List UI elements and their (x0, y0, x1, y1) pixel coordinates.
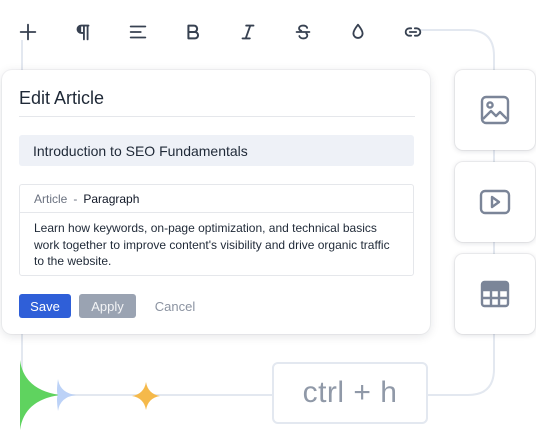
video-icon (479, 189, 511, 215)
divider (19, 116, 415, 117)
table-icon (480, 280, 510, 308)
cancel-button[interactable]: Cancel (149, 294, 201, 318)
italic-icon[interactable] (228, 14, 268, 50)
stage: Edit Article Article - Paragraph Learn h… (0, 0, 536, 439)
editor-body-text[interactable]: Learn how keywords, on-page optimization… (20, 213, 413, 277)
orange-spark-icon (132, 382, 160, 410)
block-breadcrumb: Article - Paragraph (20, 185, 413, 213)
keyboard-shortcut: ctrl + h (272, 362, 428, 424)
save-button[interactable]: Save (19, 294, 71, 318)
link-icon[interactable] (393, 14, 433, 50)
blue-spark-icon (57, 379, 76, 411)
drop-icon[interactable] (338, 14, 378, 50)
edit-article-card: Edit Article Article - Paragraph Learn h… (2, 70, 430, 334)
bold-icon[interactable] (173, 14, 213, 50)
formatting-toolbar (8, 14, 422, 50)
pilcrow-icon[interactable] (63, 14, 103, 50)
insert-video-tile[interactable] (455, 162, 535, 242)
breadcrumb-separator: - (73, 191, 78, 206)
insert-table-tile[interactable] (455, 254, 535, 334)
breadcrumb-block[interactable]: Paragraph (83, 192, 139, 206)
insert-image-tile[interactable] (455, 70, 535, 150)
image-icon (480, 95, 510, 125)
strikethrough-icon[interactable] (283, 14, 323, 50)
plus-icon[interactable] (8, 14, 48, 50)
card-title: Edit Article (19, 88, 105, 108)
apply-button[interactable]: Apply (79, 294, 136, 318)
article-title-input[interactable] (19, 135, 414, 166)
breadcrumb-type[interactable]: Article (34, 192, 67, 206)
content-editor[interactable]: Article - Paragraph Learn how keywords, … (19, 184, 414, 276)
align-left-icon[interactable] (118, 14, 158, 50)
